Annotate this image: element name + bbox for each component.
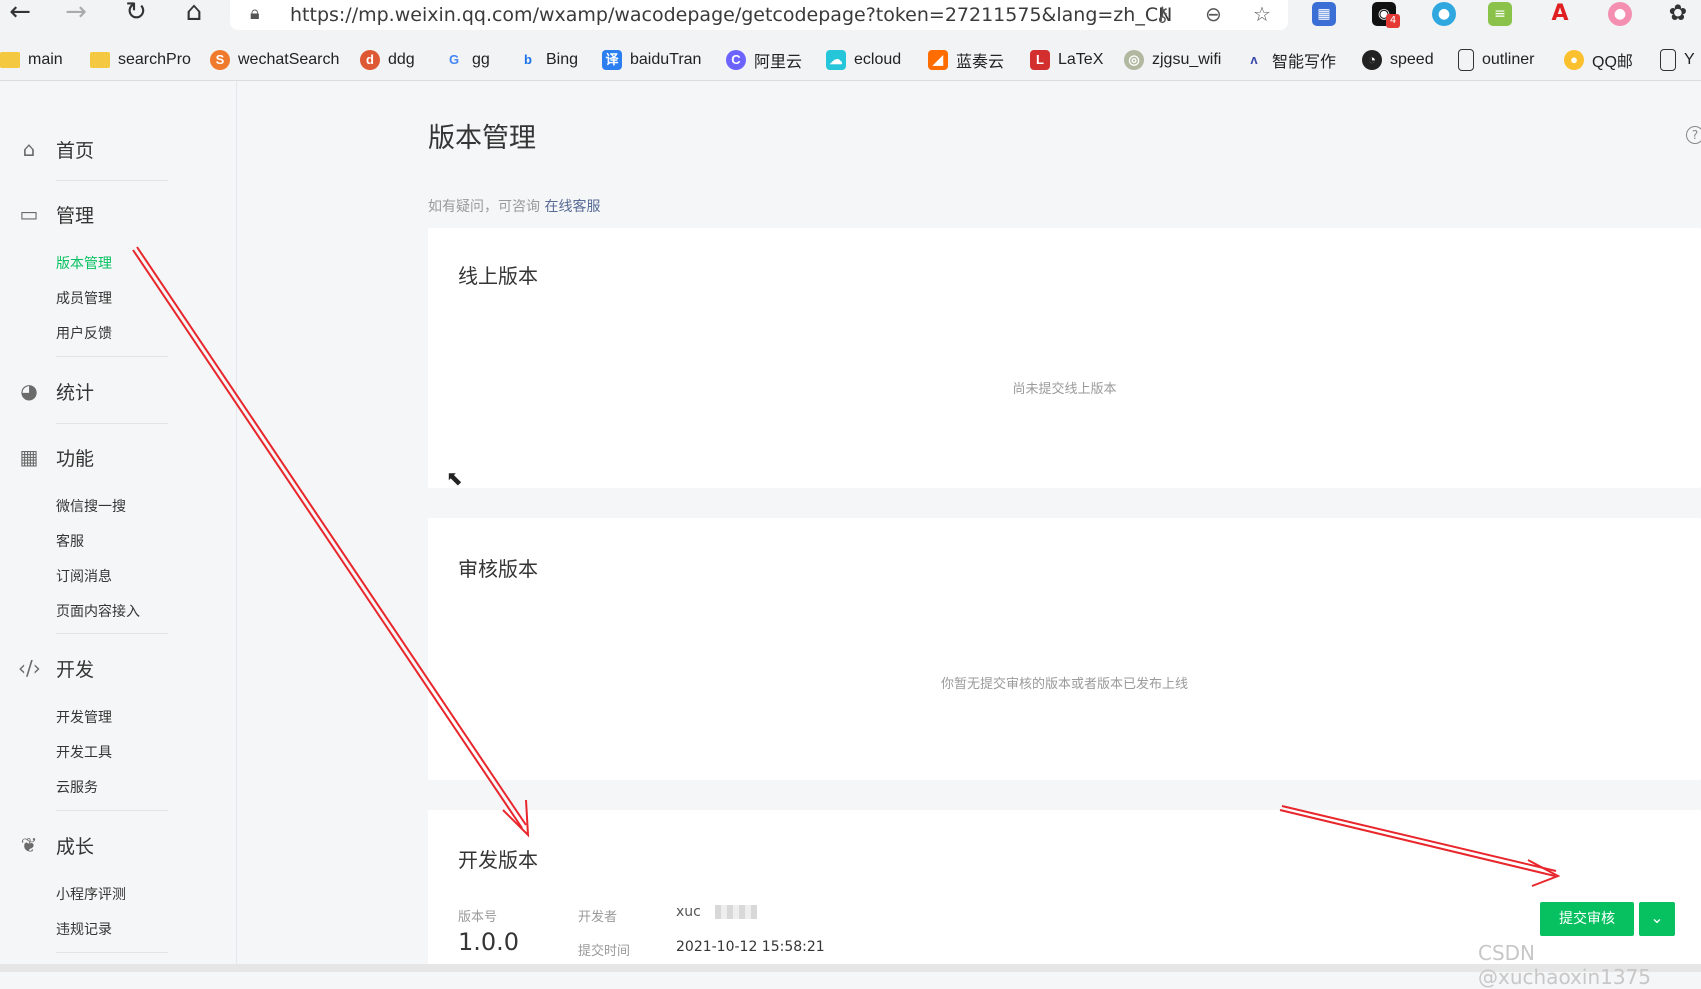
watermark: CSDN @xuchaoxin1375 [1478, 941, 1652, 989]
taskbar-strip [0, 964, 1701, 972]
annotation-arrows [132, 246, 1561, 887]
arrow-line-left-inner [136, 246, 527, 826]
arrow-line-right [1279, 809, 1556, 877]
arrow-line-left [132, 249, 523, 829]
arrow-line-right-inner [1281, 805, 1557, 872]
